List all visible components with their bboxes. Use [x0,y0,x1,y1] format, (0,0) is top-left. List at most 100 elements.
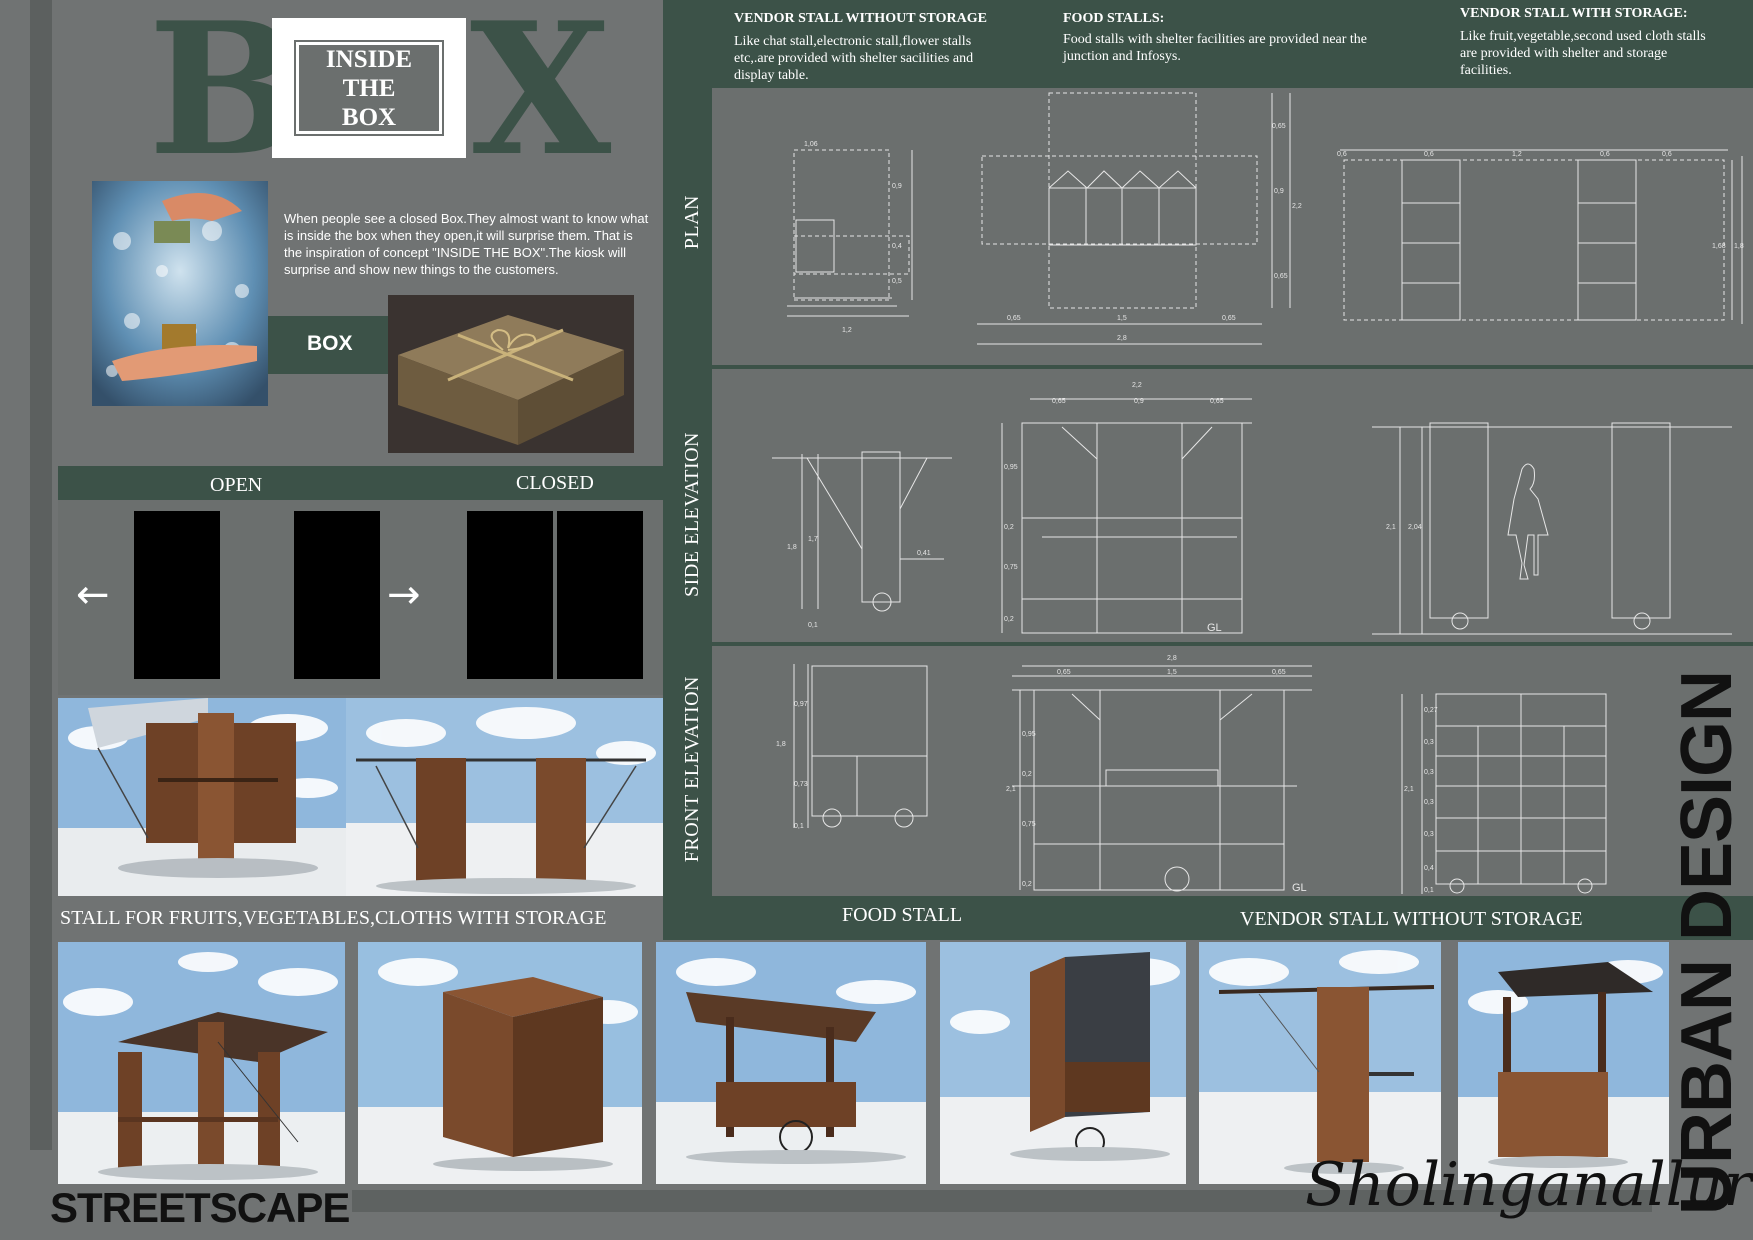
title-box-inner: INSIDE THE BOX [296,42,442,134]
desc-food-heading: FOOD STALLS: [1063,11,1165,26]
plan-dim-a3: 0,5 [892,278,902,285]
plan-vendor-with-storage [1340,149,1743,324]
closed-door-left [467,511,553,679]
plan-dim-c6: 1,8 [1734,243,1744,250]
front-dim-a2: 0,73 [794,781,808,788]
closed-door-right [557,511,643,679]
plan-food-stall [977,92,1291,345]
front-dim-c5: 0,4 [1424,865,1434,872]
gift-box-image [388,295,634,453]
concept-paragraph: When people see a closed Box.They almost… [284,211,649,277]
plan-drawings: 1,2 1,06 0,9 0,4 0,5 0,65 1,5 0,65 2,8 2… [787,92,1744,345]
desc-vendor-text: Like chat stall,electronic stall,flower … [734,34,974,83]
side-dim-b5: 0,2 [1004,524,1014,531]
render-fruit-stall-open [58,942,345,1184]
left-border-strip [30,0,52,1150]
plan-dim-a1: 0,9 [892,183,902,190]
plan-dim-a2: 0,4 [892,243,902,250]
side-elev-storage [1372,422,1732,635]
side-dim-c0: 2,1 [1386,524,1396,531]
front-dim-b7: 0,75 [1022,821,1036,828]
row-label-side-elevation: SIDE ELEVATION [681,432,703,597]
open-door-right [294,511,380,679]
side-dim-a2: 0,41 [917,550,931,557]
desc-storage-text: Like fruit,vegetable,second used cloth s… [1460,29,1706,78]
plan-dim-b7: 0,65 [1274,273,1288,280]
title-letter-x: X [470,0,612,196]
desc-storage-heading: VENDOR STALL WITH STORAGE: [1460,6,1688,21]
render-vendor-stall-open [1458,942,1669,1184]
label-food-stall: FOOD STALL [842,904,963,926]
front-dim-b3: 0,65 [1272,669,1286,676]
title-box-line1: INSIDE [325,45,413,73]
plan-dim-b2: 0,65 [1222,315,1236,322]
front-dim-b1: 0,65 [1057,669,1071,676]
plan-a-dim-width: 1,2 [842,327,852,334]
plan-dim-a0: 1,06 [804,141,818,148]
front-dim-b6: 0,2 [1022,771,1032,778]
front-ground-line-label: GL [1292,882,1307,894]
front-dim-a1: 1,8 [776,741,786,748]
front-dim-b4: 0,95 [1022,731,1036,738]
render-vendor-stall-closed [1199,942,1441,1184]
plan-dim-b5: 0,65 [1272,123,1286,130]
front-dim-c0: 0,27 [1424,707,1438,714]
plan-dim-b4: 2,2 [1292,203,1302,210]
plan-dim-c0: 0,6 [1337,151,1347,158]
front-elev-food [1012,665,1312,892]
side-ground-line-label: GL [1207,622,1222,634]
front-dim-c1: 0,3 [1424,739,1434,746]
front-dim-c4: 0,3 [1424,831,1434,838]
side-dim-b0: 2,2 [1132,382,1142,389]
desc-vendor-heading: VENDOR STALL WITHOUT STORAGE [734,11,987,26]
title-box-line2: THE [342,74,396,102]
render-food-stall-closed [940,942,1186,1184]
plan-dim-c3: 0,6 [1600,151,1610,158]
plan-vendor-without-storage: 1,2 [787,149,913,334]
front-dim-b0: 2,8 [1167,655,1177,662]
plan-dim-c1: 0,6 [1424,151,1434,158]
render-open-stall [58,698,346,896]
front-dim-c7: 0,1 [1424,887,1434,894]
side-dim-a3: 0,1 [808,622,818,629]
arrow-right-icon: → [387,572,421,618]
front-dim-b5: 2,1 [1006,786,1016,793]
front-dim-c6: 2,1 [1404,786,1414,793]
urban-design-label: URBAN DESIGN [1667,670,1747,1215]
side-dim-a0: 1,8 [787,544,797,551]
desc-food-text: Food stalls with shelter facilities are … [1063,32,1368,64]
plan-dim-b3: 2,8 [1117,335,1127,342]
side-dim-c1: 2,04 [1408,524,1422,531]
side-elevation-drawings: 1,8 1,7 0,41 0,1 2,2 0,65 0,9 0,65 0,95 … [772,382,1732,635]
side-dim-b4: 0,95 [1004,464,1018,471]
plan-dim-b0: 0,65 [1007,315,1021,322]
render-closed-stall [346,698,663,896]
open-label: OPEN [210,474,263,496]
plan-dim-b1: 1,5 [1117,315,1127,322]
label-vendor-stall: VENDOR STALL WITHOUT STORAGE [1240,908,1583,930]
hands-box-image [92,181,268,406]
render-fruit-stall-closed [358,942,642,1184]
render-food-stall-open [656,942,926,1184]
side-dim-b2: 0,9 [1134,398,1144,405]
side-dim-b6: 0,75 [1004,564,1018,571]
plan-dim-c5: 1,68 [1712,243,1726,250]
open-door-left [134,511,220,679]
streetscape-label: STREETSCAPE [50,1184,350,1231]
front-dim-c3: 0,3 [1424,799,1434,806]
front-elev-vendor [793,664,928,828]
closed-label: CLOSED [516,472,594,494]
side-dim-b1: 0,65 [1052,398,1066,405]
front-elev-storage [1401,693,1607,894]
row-label-plan: PLAN [681,195,703,250]
row-label-front-elevation: FRONT ELEVATION [681,676,703,863]
side-elev-food [1001,398,1252,634]
arrow-left-icon: ← [76,572,110,618]
plan-dim-c4: 0,6 [1662,151,1672,158]
label-fruits-stall: STALL FOR FRUITS,VEGETABLES,CLOTHS WITH … [60,907,607,929]
front-elevation-drawings: 0,97 1,8 0,73 0,1 2,8 0,65 1,5 0,65 0,95… [776,655,1607,894]
side-elev-vendor [772,451,952,612]
front-dim-a0: 0,97 [794,701,808,708]
front-dim-c2: 0,3 [1424,769,1434,776]
side-dim-b7: 0,2 [1004,616,1014,623]
